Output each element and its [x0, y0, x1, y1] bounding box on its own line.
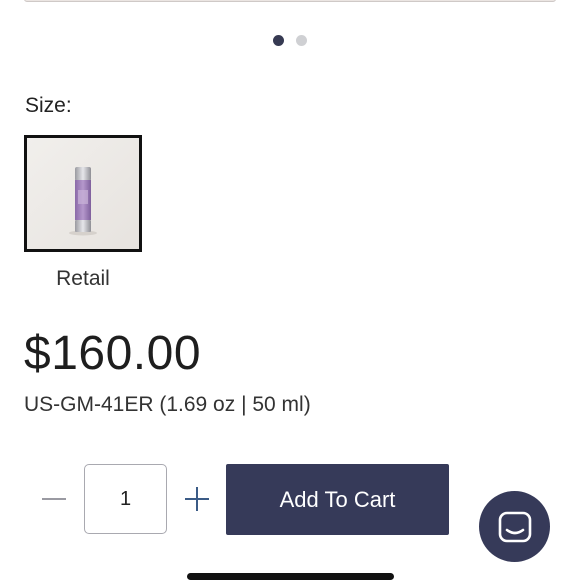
carousel-dot-2[interactable]: [296, 35, 307, 46]
size-option-retail[interactable]: [24, 135, 142, 252]
chat-launcher-button[interactable]: [479, 491, 550, 562]
quantity-increase-button[interactable]: [183, 485, 211, 513]
minus-icon: [42, 498, 66, 500]
product-sku: US-GM-41ER (1.69 oz | 50 ml): [24, 393, 311, 416]
product-page: Size: Retail $160.00 US-GM-41ER (1.69 oz…: [0, 0, 580, 580]
product-thumbnail: [27, 138, 139, 249]
carousel-pagination: [0, 35, 580, 46]
size-option-label: Retail: [56, 267, 110, 290]
product-gallery-image[interactable]: [24, 0, 556, 2]
product-price: $160.00: [24, 327, 202, 380]
quantity-decrease-button[interactable]: [40, 485, 68, 513]
home-indicator: [187, 573, 394, 580]
size-label: Size:: [25, 94, 72, 117]
carousel-dot-1[interactable]: [273, 35, 284, 46]
chat-icon: [498, 511, 531, 542]
quantity-input[interactable]: 1: [84, 464, 167, 534]
add-to-cart-button[interactable]: Add To Cart: [226, 464, 449, 535]
